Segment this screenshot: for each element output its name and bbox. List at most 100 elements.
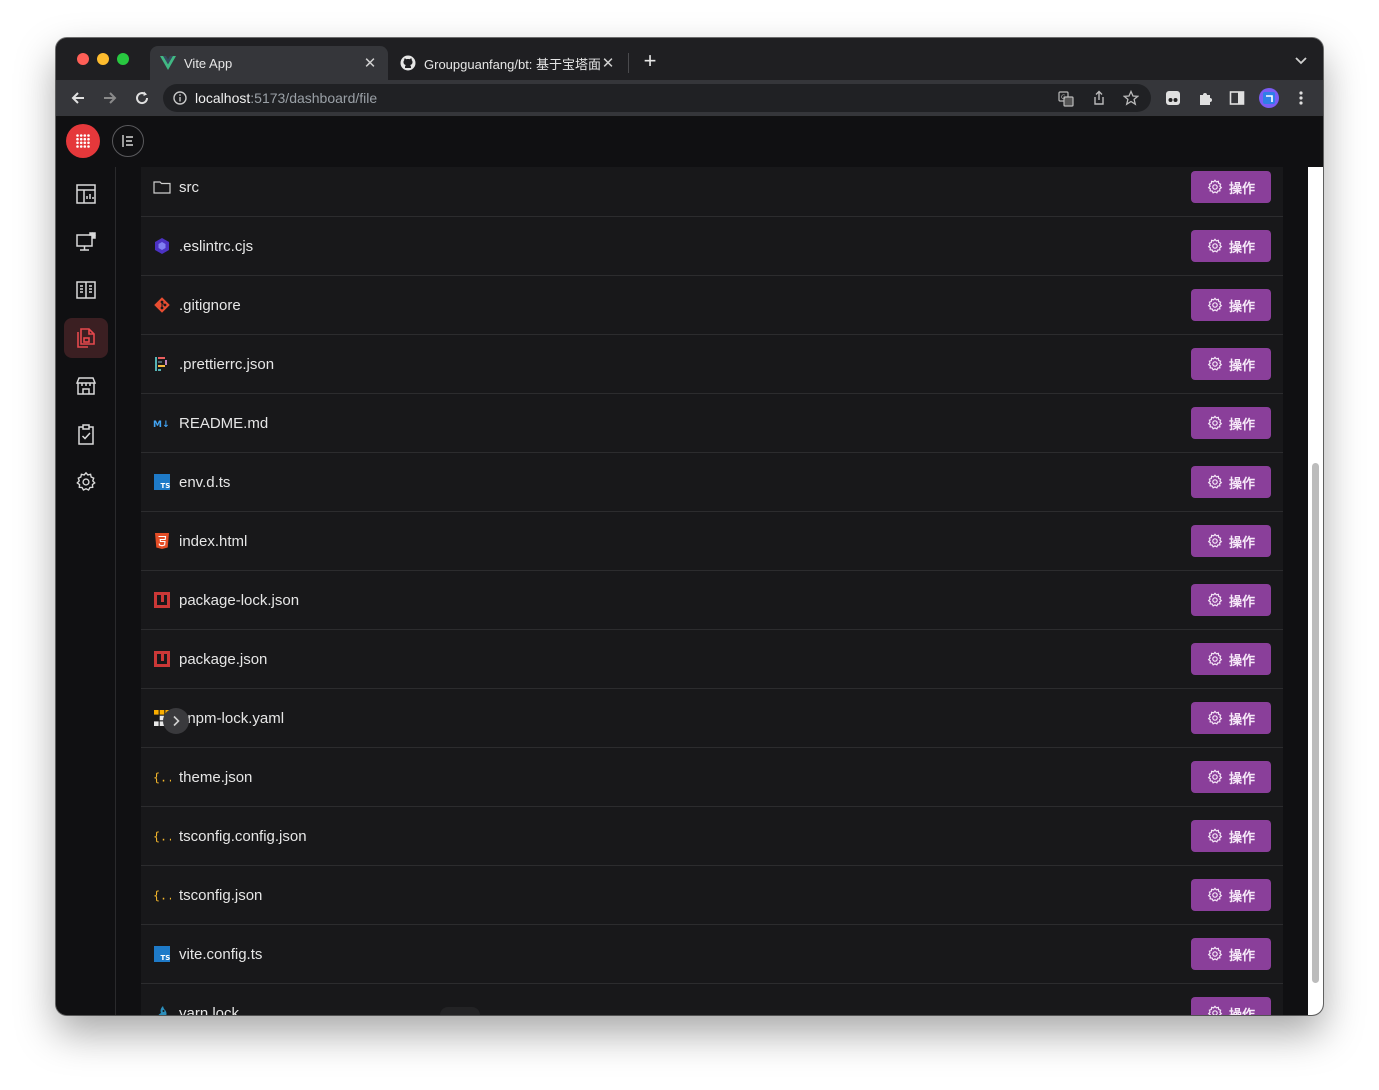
file-row[interactable]: package.json 操作 [141, 630, 1283, 689]
sidebar-item-settings[interactable] [64, 462, 108, 502]
forward-button[interactable] [99, 87, 121, 109]
file-row[interactable]: index.html 操作 [141, 512, 1283, 571]
sidebar-item-docs[interactable] [64, 270, 108, 310]
file-action-button[interactable]: 操作 [1191, 938, 1271, 970]
close-window-button[interactable] [77, 53, 89, 65]
file-row[interactable]: package-lock.json 操作 [141, 571, 1283, 630]
reload-icon [136, 91, 149, 105]
file-name[interactable]: src [179, 179, 199, 196]
file-action-label: 操作 [1228, 475, 1255, 491]
file-row[interactable]: src 操作 [141, 167, 1283, 217]
tab-github[interactable]: Groupguanfang/bt: 基于宝塔面板 ✕ [390, 46, 626, 80]
floating-settings-button[interactable] [440, 1007, 480, 1015]
close-tab-icon[interactable]: ✕ [362, 54, 378, 72]
tab-vite-app[interactable]: Vite App ✕ [150, 46, 388, 80]
file-row[interactable]: {..} tsconfig.config.json 操作 [141, 807, 1283, 866]
sidebar-item-store[interactable] [64, 366, 108, 406]
file-row[interactable]: .prettierrc.json 操作 [141, 335, 1283, 394]
scrollbar-thumb[interactable] [1312, 463, 1319, 983]
npm-icon [153, 591, 171, 609]
translate-icon[interactable]: G [1058, 91, 1074, 107]
back-button[interactable] [67, 87, 89, 109]
file-action-button[interactable]: 操作 [1191, 348, 1271, 380]
file-row[interactable]: pnpm-lock.yaml 操作 [141, 689, 1283, 748]
file-row[interactable]: {..} tsconfig.json 操作 [141, 866, 1283, 925]
collapse-sidebar-button[interactable] [112, 125, 144, 157]
file-name[interactable]: .gitignore [179, 297, 241, 314]
close-tab-icon[interactable]: ✕ [600, 54, 616, 72]
file-action-label: 操作 [1228, 888, 1255, 904]
share-icon[interactable] [1091, 90, 1107, 106]
reload-button[interactable] [131, 87, 153, 109]
file-row[interactable]: TS env.d.ts 操作 [141, 453, 1283, 512]
file-row[interactable]: .gitignore 操作 [141, 276, 1283, 335]
files-icon [77, 328, 95, 348]
file-name[interactable]: README.md [179, 415, 268, 432]
file-action-button[interactable]: 操作 [1191, 584, 1271, 616]
file-action-button[interactable]: 操作 [1191, 230, 1271, 262]
file-action-button[interactable]: 操作 [1191, 702, 1271, 734]
file-action-button[interactable]: 操作 [1191, 171, 1271, 203]
file-row[interactable]: {..} theme.json 操作 [141, 748, 1283, 807]
sidebar-item-dashboard[interactable] [64, 174, 108, 214]
profile-avatar-icon[interactable] [1258, 87, 1280, 109]
file-action-button[interactable]: 操作 [1191, 997, 1271, 1015]
arrow-right-icon [104, 92, 117, 104]
file-action-button[interactable]: 操作 [1191, 407, 1271, 439]
file-action-button[interactable]: 操作 [1191, 289, 1271, 321]
side-panel-icon[interactable] [1226, 87, 1248, 109]
typescript-icon: TS [153, 473, 171, 491]
file-action-button[interactable]: 操作 [1191, 525, 1271, 557]
file-name[interactable]: vite.config.ts [179, 946, 262, 963]
file-action-button[interactable]: 操作 [1191, 879, 1271, 911]
prettier-icon [153, 355, 171, 373]
chevron-down-icon[interactable] [1294, 56, 1308, 66]
info-icon[interactable] [173, 91, 187, 105]
extensions-puzzle-icon[interactable] [1194, 87, 1216, 109]
bookmark-star-icon[interactable] [1123, 90, 1139, 106]
sidebar-item-tasks[interactable] [64, 414, 108, 454]
file-name[interactable]: tsconfig.config.json [179, 828, 307, 845]
file-row[interactable]: yarn.lock 操作 [141, 984, 1283, 1015]
file-action-button[interactable]: 操作 [1191, 761, 1271, 793]
address-bar[interactable]: localhost:5173/dashboard/file G [163, 84, 1151, 112]
file-action-button[interactable]: 操作 [1191, 466, 1271, 498]
page-scrollbar[interactable] [1308, 167, 1323, 1015]
sidebar-item-files[interactable] [64, 318, 108, 358]
file-row[interactable]: .eslintrc.cjs 操作 [141, 217, 1283, 276]
file-name[interactable]: pnpm-lock.yaml [179, 710, 284, 727]
file-row[interactable]: TS vite.config.ts 操作 [141, 925, 1283, 984]
json-icon: {..} [153, 886, 171, 904]
gear-icon [1207, 297, 1223, 312]
gear-icon [76, 471, 96, 491]
html5-icon [153, 532, 171, 550]
app-logo-button[interactable] [66, 124, 100, 158]
file-name[interactable]: tsconfig.json [179, 887, 262, 904]
file-action-label: 操作 [1228, 357, 1255, 373]
file-action-button[interactable]: 操作 [1191, 820, 1271, 852]
file-name[interactable]: package-lock.json [179, 592, 299, 609]
file-action-label: 操作 [1228, 298, 1255, 314]
github-icon [400, 55, 416, 71]
browser-menu-icon[interactable] [1290, 87, 1312, 109]
chevron-right-icon [173, 715, 180, 727]
file-row[interactable]: M↓ README.md 操作 [141, 394, 1283, 453]
file-name[interactable]: index.html [179, 533, 247, 550]
svg-text:{..}: {..} [153, 771, 171, 785]
file-name[interactable]: theme.json [179, 769, 252, 786]
new-tab-button[interactable]: + [639, 48, 661, 73]
zoom-window-button[interactable] [117, 53, 129, 65]
sidebar-item-monitor[interactable] [64, 222, 108, 262]
file-name[interactable]: .prettierrc.json [179, 356, 274, 373]
minimize-window-button[interactable] [97, 53, 109, 65]
file-name[interactable]: .eslintrc.cjs [179, 238, 253, 255]
expand-sidebar-button[interactable] [163, 708, 189, 734]
file-name[interactable]: package.json [179, 651, 267, 668]
extension-tampermonkey-icon[interactable] [1162, 87, 1184, 109]
npm-icon [153, 650, 171, 668]
sidebar [56, 167, 116, 1015]
svg-text:G: G [1061, 94, 1066, 101]
file-name[interactable]: env.d.ts [179, 474, 230, 491]
file-name[interactable]: yarn.lock [179, 1005, 239, 1016]
file-action-button[interactable]: 操作 [1191, 643, 1271, 675]
